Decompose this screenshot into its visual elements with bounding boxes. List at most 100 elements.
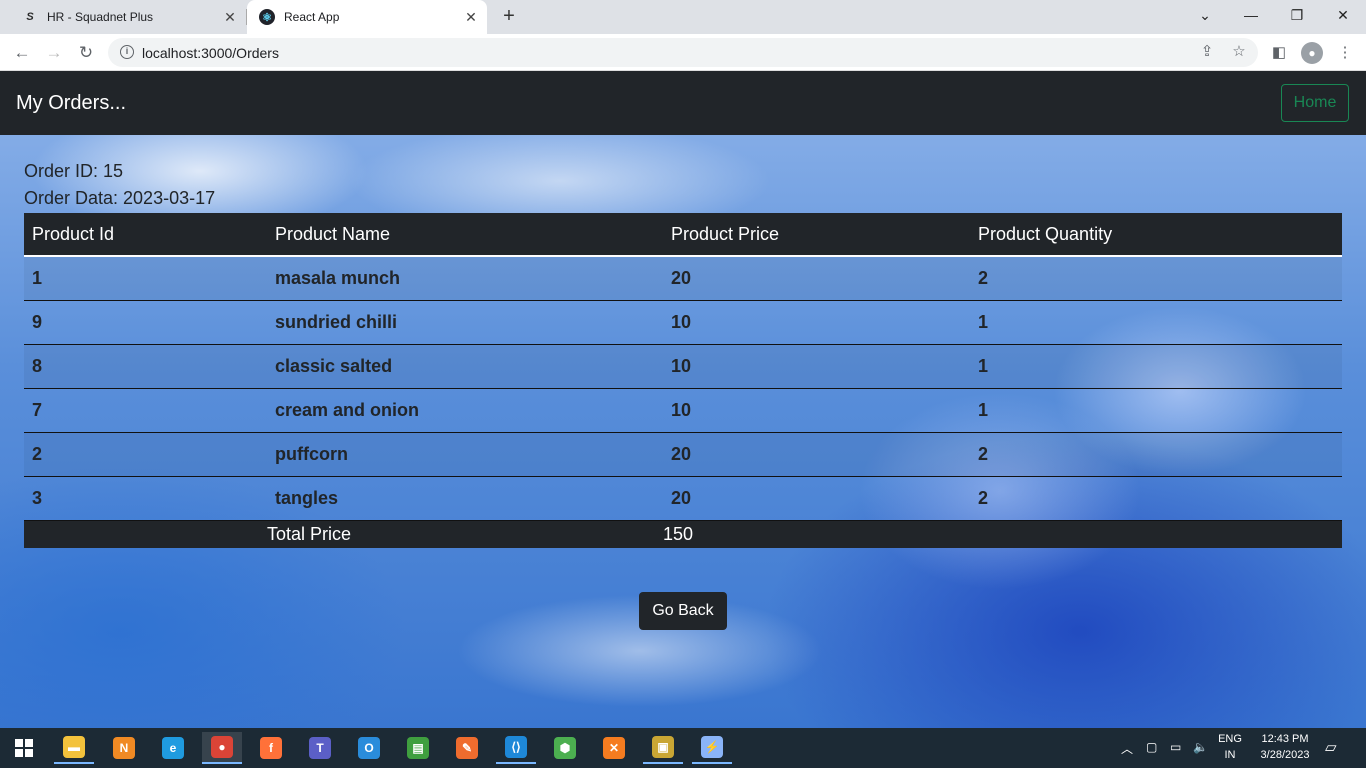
taskbar-file-explorer-button[interactable]: ▬ <box>54 732 94 764</box>
tab-search-chevron-down-icon[interactable]: ⌄ <box>1192 4 1218 26</box>
total-price-label: Total Price <box>267 520 663 548</box>
xampp-icon: ✕ <box>603 737 625 759</box>
product-id-cell: 3 <box>24 476 267 521</box>
table-row: 1 masala munch 20 2 <box>24 256 1342 301</box>
network-icon[interactable]: ▭ <box>1170 740 1181 754</box>
taskbar-firefox-button[interactable]: f <box>251 732 291 764</box>
table-row: 2 puffcorn 20 2 <box>24 432 1342 477</box>
close-icon[interactable]: ✕ <box>463 9 479 25</box>
volume-icon[interactable]: 🔈 <box>1193 740 1208 754</box>
clock-date[interactable]: 3/28/2023 <box>1250 749 1320 761</box>
language-indicator[interactable]: ENG <box>1214 733 1246 745</box>
total-row: Total Price 150 <box>24 520 1342 548</box>
product-price-cell: 10 <box>663 388 970 433</box>
product-quantity-cell: 2 <box>970 476 1342 521</box>
postman-icon: ✎ <box>456 737 478 759</box>
taskbar-xampp-button[interactable]: ✕ <box>594 732 634 764</box>
product-price-cell: 20 <box>663 476 970 521</box>
column-header: Product Name <box>267 213 663 257</box>
taskbar-teams-button[interactable]: T <box>300 732 340 764</box>
reload-icon[interactable]: ↻ <box>74 41 98 65</box>
product-id-cell: 7 <box>24 388 267 433</box>
product-name-cell: classic salted <box>267 344 663 389</box>
tab-title: React App <box>284 10 340 24</box>
url-text[interactable]: localhost:3000/Orders <box>142 45 279 61</box>
tab-strip: S HR - Squadnet Plus ✕ ⚛ React App ✕ + ⌄… <box>0 0 1366 34</box>
product-quantity-cell: 1 <box>970 300 1342 345</box>
product-id-cell: 2 <box>24 432 267 477</box>
taskbar-vscode-button[interactable]: ⟨⟩ <box>496 732 536 764</box>
order-id-text: Order ID: 15 <box>24 161 124 181</box>
close-window-icon[interactable]: ✕ <box>1330 4 1356 26</box>
address-bar[interactable]: i localhost:3000/Orders ⇪ ☆ <box>108 38 1258 67</box>
taskbar-node-button[interactable]: ⬢ <box>545 732 585 764</box>
app-n-icon: N <box>113 737 135 759</box>
orders-table: Product Id Product Name Product Price Pr… <box>24 213 1342 548</box>
back-arrow-icon[interactable]: ← <box>10 41 34 65</box>
new-tab-plus-icon[interactable]: + <box>498 5 520 27</box>
network-tool-icon: ▣ <box>652 736 674 758</box>
squadnet-favicon-icon: S <box>26 11 34 23</box>
restore-icon[interactable]: ❐ <box>1284 4 1310 26</box>
start-windows-icon[interactable] <box>4 732 44 764</box>
menu-kebab-icon[interactable]: ⋮ <box>1334 42 1356 64</box>
file-explorer-icon: ▬ <box>63 736 85 758</box>
product-id-cell: 9 <box>24 300 267 345</box>
product-id-cell: 8 <box>24 344 267 389</box>
tab-title: HR - Squadnet Plus <box>47 10 154 24</box>
taskbar-app-n-button[interactable]: N <box>104 732 144 764</box>
clock-time[interactable]: 12:43 PM <box>1250 733 1320 745</box>
table-row: 7 cream and onion 10 1 <box>24 388 1342 433</box>
product-price-cell: 20 <box>663 432 970 477</box>
notifications-icon[interactable]: ▱ <box>1325 738 1337 756</box>
teams-icon: T <box>309 737 331 759</box>
navbar: My Orders... Home <box>0 71 1366 135</box>
close-icon[interactable]: ✕ <box>222 9 238 25</box>
minimize-icon[interactable]: — <box>1238 4 1264 26</box>
page-viewport: My Orders... Home Order ID: 15 Order Dat… <box>0 71 1366 728</box>
product-name-cell: puffcorn <box>267 432 663 477</box>
go-back-button[interactable]: Go Back <box>639 592 727 630</box>
bolt-app-icon: ⚡ <box>701 736 723 758</box>
tab-hr-squadnet[interactable]: S HR - Squadnet Plus ✕ <box>8 0 246 34</box>
site-info-icon[interactable]: i <box>120 45 134 59</box>
total-spacer-cell <box>24 520 267 548</box>
taskbar-network-tool-button[interactable]: ▣ <box>643 732 683 764</box>
product-quantity-cell: 1 <box>970 388 1342 433</box>
order-date-text: Order Data: 2023-03-17 <box>24 188 216 208</box>
page-title: My Orders... <box>16 92 127 114</box>
taskbar-postman-button[interactable]: ✎ <box>447 732 487 764</box>
browser-toolbar: ← → ↻ i localhost:3000/Orders ⇪ ☆ ◧ ● ⋮ <box>0 34 1366 71</box>
taskbar-edge-button[interactable]: e <box>153 732 193 764</box>
side-panel-icon[interactable]: ◧ <box>1268 42 1290 64</box>
tab-react-app[interactable]: ⚛ React App ✕ <box>247 0 487 34</box>
taskbar-outlook-button[interactable]: O <box>349 732 389 764</box>
column-header: Product Quantity <box>970 213 1342 257</box>
profile-avatar-icon[interactable]: ● <box>1301 42 1323 64</box>
region-indicator[interactable]: IN <box>1214 749 1246 761</box>
taskbar-bolt-app-button[interactable]: ⚡ <box>692 732 732 764</box>
outlook-icon: O <box>358 737 380 759</box>
edge-icon: e <box>162 737 184 759</box>
show-hidden-icons-chevron-up-icon[interactable]: ︿ <box>1121 740 1133 757</box>
home-button[interactable]: Home <box>1281 84 1349 122</box>
taskbar-chrome-button[interactable]: ● <box>202 732 242 764</box>
meet-now-icon[interactable]: ▢ <box>1146 740 1157 754</box>
product-name-cell: masala munch <box>267 256 663 301</box>
node-icon: ⬢ <box>554 737 576 759</box>
product-price-cell: 20 <box>663 256 970 301</box>
taskbar: ▬ Ne ● f T O ▤ ✎ ⟨⟩ ⬢ ✕ ▣ ⚡ ︿ ▢ ▭ 🔈 ENG IN 12:43 PM … <box>0 728 1366 768</box>
product-quantity-cell: 1 <box>970 344 1342 389</box>
sheet-icon: ▤ <box>407 737 429 759</box>
bookmark-star-icon[interactable]: ☆ <box>1230 43 1248 61</box>
taskbar-sheet-button[interactable]: ▤ <box>398 732 438 764</box>
forward-arrow-icon[interactable]: → <box>42 41 66 65</box>
product-name-cell: cream and onion <box>267 388 663 433</box>
vscode-icon: ⟨⟩ <box>505 736 527 758</box>
firefox-icon: f <box>260 737 282 759</box>
product-id-cell: 1 <box>24 256 267 301</box>
table-row: 9 sundried chilli 10 1 <box>24 300 1342 345</box>
share-icon[interactable]: ⇪ <box>1198 43 1216 61</box>
product-name-cell: sundried chilli <box>267 300 663 345</box>
column-header: Product Id <box>24 213 267 257</box>
